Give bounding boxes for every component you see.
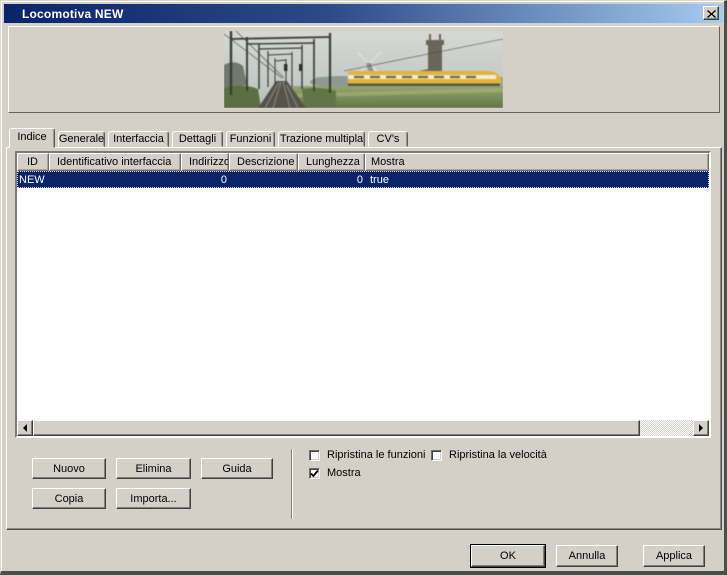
column-header-lunghezza[interactable]: Lunghezza xyxy=(298,153,365,171)
tab-trazione-multipla[interactable]: Trazione multipla xyxy=(278,131,365,147)
column-header-indirizzo[interactable]: Indirizzo xyxy=(181,153,229,171)
vertical-divider xyxy=(291,449,293,519)
scroll-right-button[interactable] xyxy=(693,420,709,436)
scroll-right-icon xyxy=(699,424,703,432)
close-icon xyxy=(707,6,716,21)
ok-button[interactable]: OK xyxy=(471,545,545,567)
copia-button[interactable]: Copia xyxy=(32,488,106,509)
tab-strip: Indice Generale Interfaccia Dettagli Fun… xyxy=(9,131,408,147)
tab-interfaccia[interactable]: Interfaccia xyxy=(108,131,169,147)
importa-button[interactable]: Importa... xyxy=(116,488,191,509)
checkbox-ripristina-funzioni[interactable]: Ripristina le funzioni xyxy=(309,449,425,461)
tab-funzioni[interactable]: Funzioni xyxy=(226,131,275,147)
column-header-identificativo[interactable]: Identificativo interfaccia xyxy=(49,153,181,171)
locomotive-dialog: Locomotiva NEW xyxy=(0,0,727,575)
scrollbar-thumb[interactable] xyxy=(33,420,640,436)
checkbox-mostra[interactable]: Mostra xyxy=(309,467,361,479)
titlebar[interactable]: Locomotiva NEW xyxy=(4,4,723,23)
list-header: ID Identificativo interfaccia Indirizzo … xyxy=(17,153,709,171)
tab-dettagli[interactable]: Dettagli xyxy=(172,131,223,147)
cell-mostra: true xyxy=(365,174,709,186)
tab-indice[interactable]: Indice xyxy=(9,128,55,148)
tab-cvs[interactable]: CV's xyxy=(368,131,408,147)
table-row-new[interactable]: NEW 0 0 true xyxy=(17,171,709,188)
locomotive-list[interactable]: ID Identificativo interfaccia Indirizzo … xyxy=(15,151,711,438)
checkbox-unchecked-icon[interactable] xyxy=(431,450,442,461)
guida-button[interactable]: Guida xyxy=(201,458,273,479)
locomotive-photo xyxy=(224,31,503,108)
annulla-button[interactable]: Annulla xyxy=(556,545,618,567)
scroll-left-icon xyxy=(23,424,27,432)
column-header-mostra[interactable]: Mostra xyxy=(365,153,709,171)
close-button[interactable] xyxy=(703,6,719,20)
elimina-button[interactable]: Elimina xyxy=(116,458,191,479)
cell-lunghezza: 0 xyxy=(298,174,365,186)
column-header-id[interactable]: ID xyxy=(17,153,49,171)
horizontal-scrollbar[interactable] xyxy=(17,420,709,436)
applica-button[interactable]: Applica xyxy=(643,545,705,567)
tab-generale[interactable]: Generale xyxy=(58,131,105,147)
window-title: Locomotiva NEW xyxy=(22,7,123,21)
column-header-descrizione[interactable]: Descrizione xyxy=(229,153,298,171)
checkbox-checked-icon[interactable] xyxy=(309,468,320,479)
banner-panel xyxy=(8,26,720,113)
checkbox-ripristina-velocita[interactable]: Ripristina la velocità xyxy=(431,449,547,461)
list-rows: NEW 0 0 true xyxy=(17,171,709,420)
cell-indirizzo: 0 xyxy=(181,174,229,186)
nuovo-button[interactable]: Nuovo xyxy=(32,458,106,479)
checkbox-unchecked-icon[interactable] xyxy=(309,450,320,461)
scroll-left-button[interactable] xyxy=(17,420,33,436)
cell-id: NEW xyxy=(17,174,49,186)
